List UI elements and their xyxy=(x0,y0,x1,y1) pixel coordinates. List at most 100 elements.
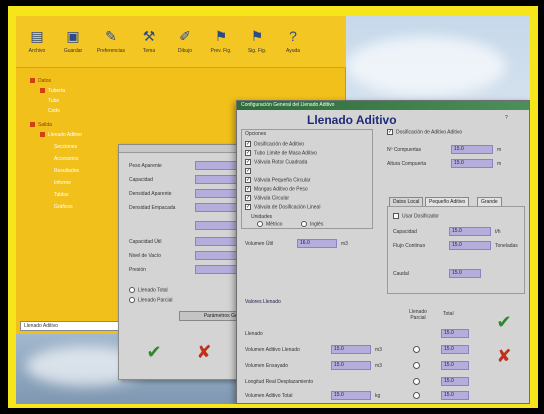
volume-unit: m3 xyxy=(341,241,348,247)
option-checkbox[interactable]: ✓ Dosificación de Aditivo xyxy=(245,141,304,147)
toolbar-prev-fig-button[interactable]: ⚑ Prev. Fig. xyxy=(206,28,236,62)
cancel-button[interactable]: ✘ xyxy=(493,345,515,367)
accept-button[interactable]: ✔ xyxy=(143,341,165,363)
flag-icon: ⚑ xyxy=(214,28,228,44)
flujo-continuo-input[interactable]: 15.0 xyxy=(449,241,491,250)
node-icon xyxy=(30,78,35,84)
compuertas-input[interactable]: 15.0 xyxy=(451,145,493,154)
unit-label: m3 xyxy=(375,347,382,353)
node-icon xyxy=(40,132,45,138)
cancel-button[interactable]: ✘ xyxy=(193,341,215,363)
capacidad-tab-input[interactable]: 15.0 xyxy=(449,227,491,236)
metric-radio[interactable]: Métrico xyxy=(257,221,282,227)
dosificador-checkbox[interactable]: Usar Dosificador xyxy=(393,213,439,219)
field-label: Presión xyxy=(129,267,146,273)
field-label: Nº Compuertas xyxy=(387,147,422,153)
field-label: Densidad Empacada xyxy=(129,205,176,211)
unit-label: t/h xyxy=(495,229,501,235)
tree-item[interactable]: Resultados xyxy=(54,168,79,174)
dialog-titlebar[interactable]: Configuración General del Llenado Aditiv… xyxy=(237,101,529,110)
flag-icon: ⚑ xyxy=(250,28,264,44)
help-icon[interactable]: ? xyxy=(505,115,508,121)
total-input[interactable]: 15.0 xyxy=(441,361,469,370)
english-radio[interactable]: Inglés xyxy=(301,221,323,227)
option-checkbox[interactable]: ✓ Tubo Límite de Masa Aditivo xyxy=(245,150,317,156)
tree-item[interactable]: Gráficos xyxy=(54,204,73,210)
tree-item[interactable]: Accesorios xyxy=(54,156,78,162)
column-header: Total xyxy=(443,311,454,317)
unit-label: m3 xyxy=(375,363,382,369)
llenado-total-radio[interactable]: Llenado Total xyxy=(129,287,168,293)
tree-item[interactable]: Tablas xyxy=(54,192,68,198)
option-checkbox[interactable]: ✓ Válvula Pequeña Circular xyxy=(245,177,310,183)
toolbar-preferencias-button[interactable]: ✎ Preferencias xyxy=(96,28,126,62)
node-icon xyxy=(40,88,45,94)
status-field: Llenado Aditivo xyxy=(20,321,130,331)
total-input[interactable]: 15.0 xyxy=(441,391,469,400)
field-label: Caudal xyxy=(393,271,409,277)
tree-item[interactable]: Salida xyxy=(30,122,52,128)
row-label: Llenado xyxy=(245,331,263,337)
units-group-label: Unidades xyxy=(251,214,273,220)
tree-item[interactable]: Codo xyxy=(48,108,60,114)
row-value-input[interactable]: 15.0 xyxy=(331,345,371,354)
row-label: Longitud Real Desplazamiento xyxy=(245,379,314,385)
field-label: Peso Aparente xyxy=(129,163,162,169)
option-checkbox[interactable]: ✓ Válvula Rotor Cuadrada xyxy=(245,159,307,165)
row-label: Volumen Aditivo Total xyxy=(245,393,293,399)
options-group-label: Opciones xyxy=(245,131,267,137)
volume-input[interactable]: 16.0 xyxy=(297,239,337,248)
tree-item[interactable]: Llenado Aditivo xyxy=(40,132,82,138)
field-label: Capacidad Útil xyxy=(129,239,162,245)
sky-cloud xyxy=(346,36,506,96)
option-checkbox[interactable]: ✓ Mangas Aditivo de Peso xyxy=(245,186,308,192)
dialog-heading: Llenado Aditivo xyxy=(307,113,397,127)
accept-button[interactable]: ✔ xyxy=(493,311,515,333)
row-radio[interactable] xyxy=(413,362,420,369)
llenado-aditivo-dialog: Configuración General del Llenado Aditiv… xyxy=(236,100,530,404)
row-value-input[interactable]: 15.0 xyxy=(331,361,371,370)
toolbar-guardar-button[interactable]: ▣ Guardar xyxy=(58,28,88,62)
row-label: Volumen Ensayado xyxy=(245,363,289,369)
toolbar-sig-fig-button[interactable]: ⚑ Sig. Fig. xyxy=(242,28,272,62)
toolbar-tema-button[interactable]: ⚒ Tema xyxy=(134,28,164,62)
field-label: Nivel de Vacío xyxy=(129,253,161,259)
tree-item[interactable]: Informe xyxy=(54,180,71,186)
save-icon: ▣ xyxy=(66,28,80,44)
toolbar-dibujo-button[interactable]: ✐ Dibujo xyxy=(170,28,200,62)
unit-label: m xyxy=(497,147,502,153)
unit-label: m xyxy=(497,161,502,167)
caudal-input[interactable]: 15.0 xyxy=(449,269,481,278)
option-checkbox[interactable]: ✓ Válvula Circular xyxy=(245,195,289,201)
right-option-checkbox[interactable]: ✓ Dosificación de Aditivo Aditivo xyxy=(387,129,462,135)
total-input[interactable]: 15.0 xyxy=(441,329,469,338)
help-icon: ? xyxy=(289,28,297,44)
tree-item[interactable]: Secciones xyxy=(54,144,77,150)
total-input[interactable]: 15.0 xyxy=(441,377,469,386)
toolbar: ▤ Archivo ▣ Guardar ✎ Preferencias ⚒ Tem… xyxy=(16,16,346,68)
field-label: Capacidad xyxy=(129,177,153,183)
option-checkbox[interactable]: ✓ Válvula de Dosificación Lineal xyxy=(245,204,320,210)
toolbar-archivo-button[interactable]: ▤ Archivo xyxy=(22,28,52,62)
photo-frame: ▤ Archivo ▣ Guardar ✎ Preferencias ⚒ Tem… xyxy=(0,0,544,414)
llenado-parcial-radio[interactable]: Llenado Parcial xyxy=(129,297,172,303)
unit-label: kg xyxy=(375,393,381,399)
field-label: Flujo Continuo xyxy=(393,243,426,249)
row-radio[interactable] xyxy=(413,346,420,353)
desktop-screen: ▤ Archivo ▣ Guardar ✎ Preferencias ⚒ Tem… xyxy=(16,16,530,404)
column-header: Llenado Parcial xyxy=(409,309,427,321)
option-checkbox[interactable]: ✓ xyxy=(245,168,254,174)
tree-item[interactable]: Tubo xyxy=(48,98,59,104)
row-radio[interactable] xyxy=(413,378,420,385)
volume-label: Volumen Útil xyxy=(245,241,274,247)
tree-item[interactable]: Tubería xyxy=(40,88,65,94)
row-value-input[interactable]: 15.0 xyxy=(331,391,371,400)
preferences-icon: ✎ xyxy=(105,28,117,44)
unit-label: Toneladas xyxy=(495,243,518,249)
altura-compuerta-input[interactable]: 15.0 xyxy=(451,159,493,168)
row-radio[interactable] xyxy=(413,392,420,399)
toolbar-ayuda-button[interactable]: ? Ayuda xyxy=(278,28,308,62)
total-input[interactable]: 15.0 xyxy=(441,345,469,354)
field-label: Capacidad xyxy=(393,229,417,235)
tree-item[interactable]: Datos xyxy=(30,78,51,84)
